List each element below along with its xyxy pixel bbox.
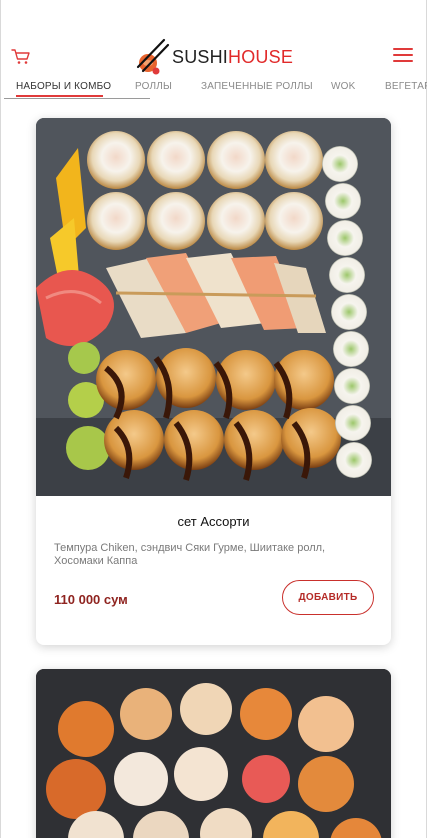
tab-vegetarian[interactable]: ВЕГЕТАР — [385, 81, 427, 92]
product-description: Темпура Chiken, сэндвич Сяки Гурме, Шиит… — [54, 542, 326, 567]
tab-baked-rolls[interactable]: ЗАПЕЧЕННЫЕ РОЛЛЫ — [201, 81, 313, 92]
sushi-logo-icon — [136, 38, 170, 75]
header: SUSHIHOUSE — [0, 0, 427, 78]
cart-icon[interactable] — [11, 48, 31, 66]
tab-rolls[interactable]: РОЛЛЫ — [135, 81, 172, 92]
product-image — [36, 669, 391, 838]
add-to-cart-button[interactable]: ДОБАВИТЬ — [282, 580, 374, 615]
tabs-scrollbar[interactable] — [4, 98, 150, 99]
product-card — [36, 669, 391, 838]
product-image — [36, 118, 391, 496]
product-card: сет Ассорти Темпура Chiken, сэндвич Сяки… — [36, 118, 391, 645]
category-tabs: НАБОРЫ И КОМБО РОЛЛЫ ЗАПЕЧЕННЫЕ РОЛЛЫ WO… — [0, 78, 427, 102]
brand-name: SUSHIHOUSE — [172, 46, 294, 67]
active-tab-indicator — [16, 95, 103, 97]
brand-logo[interactable]: SUSHIHOUSE — [134, 37, 293, 77]
product-title: сет Ассорти — [177, 514, 250, 529]
hamburger-menu-icon[interactable] — [393, 48, 413, 64]
tab-sets-and-combo[interactable]: НАБОРЫ И КОМБО — [16, 81, 111, 92]
product-price: 110 000 сум — [54, 592, 128, 607]
tab-wok[interactable]: WOK — [331, 81, 356, 92]
